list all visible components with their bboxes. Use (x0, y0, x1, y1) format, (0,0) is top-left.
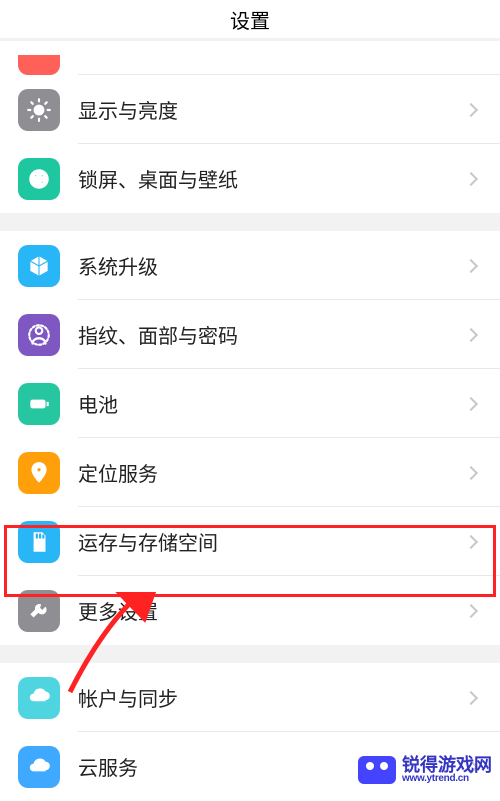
settings-row-battery[interactable]: 电池 (0, 369, 500, 438)
palette-icon (18, 158, 60, 200)
chevron-right-icon (464, 102, 478, 116)
section-gap (0, 213, 500, 231)
cloud-sync-icon (18, 677, 60, 719)
chevron-right-icon (464, 690, 478, 704)
row-label: 锁屏、桌面与壁纸 (78, 164, 466, 193)
watermark-logo (358, 756, 396, 784)
settings-row-account-sync[interactable]: 帐户与同步 (0, 663, 500, 732)
row-label: 更多设置 (78, 596, 466, 625)
location-icon (18, 452, 60, 494)
chevron-right-icon (464, 534, 478, 548)
battery-icon (18, 383, 60, 425)
watermark-en: www.ytrend.cn (402, 774, 492, 784)
cube-icon (18, 245, 60, 287)
wrench-icon (18, 590, 60, 632)
fingerprint-icon (18, 314, 60, 356)
settings-row-biometrics[interactable]: 指纹、面部与密码 (0, 300, 500, 369)
settings-section: 系统升级 指纹、面部与密码 电池 定位服务 运存与存储空间 更多设置 (0, 231, 500, 645)
page-title: 设置 (230, 5, 270, 34)
row-label: 帐户与同步 (78, 683, 466, 712)
settings-row-display[interactable]: 显示与亮度 (0, 75, 500, 144)
chevron-right-icon (464, 465, 478, 479)
settings-row-wallpaper[interactable]: 锁屏、桌面与壁纸 (0, 144, 500, 213)
settings-row-storage[interactable]: 运存与存储空间 (0, 507, 500, 576)
watermark: 锐得游戏网 www.ytrend.cn (350, 750, 500, 790)
settings-section: 显示与亮度 锁屏、桌面与壁纸 (0, 75, 500, 213)
row-label: 定位服务 (78, 458, 466, 487)
page-header: 设置 (0, 0, 500, 38)
row-label: 指纹、面部与密码 (78, 320, 466, 349)
settings-row-sound[interactable] (0, 41, 500, 75)
row-label: 系统升级 (78, 251, 466, 280)
watermark-cn: 锐得游戏网 (402, 756, 492, 774)
chevron-right-icon (464, 603, 478, 617)
row-label: 运存与存储空间 (78, 527, 466, 556)
settings-row-system-update[interactable]: 系统升级 (0, 231, 500, 300)
section-gap (0, 645, 500, 663)
brightness-icon (18, 89, 60, 131)
chevron-right-icon (464, 258, 478, 272)
sound-icon (18, 55, 60, 75)
chevron-right-icon (464, 396, 478, 410)
settings-row-location[interactable]: 定位服务 (0, 438, 500, 507)
cloud-icon (18, 746, 60, 788)
row-label: 显示与亮度 (78, 95, 466, 124)
chevron-right-icon (464, 327, 478, 341)
sd-card-icon (18, 521, 60, 563)
chevron-right-icon (464, 171, 478, 185)
row-label: 电池 (78, 389, 466, 418)
settings-row-more-settings[interactable]: 更多设置 (0, 576, 500, 645)
